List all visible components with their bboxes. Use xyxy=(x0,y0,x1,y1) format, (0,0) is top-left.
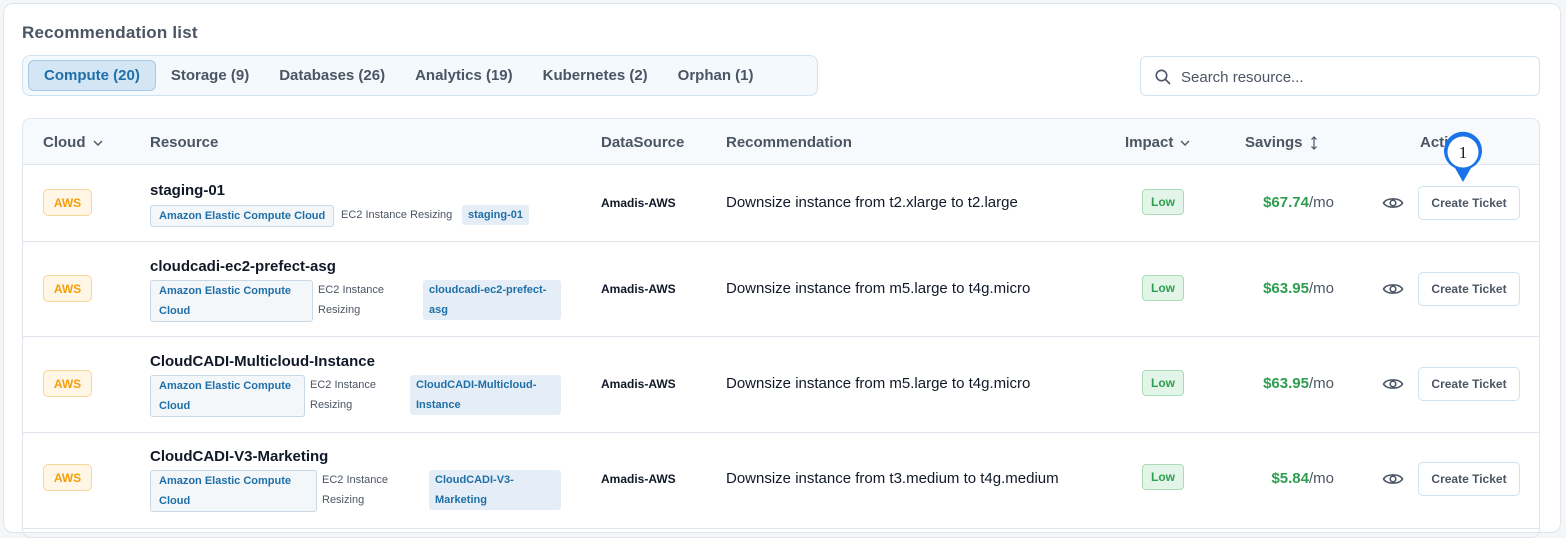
header-datasource: DataSource xyxy=(601,134,685,151)
header-impact-label: Impact xyxy=(1125,134,1174,151)
impact-badge: Low xyxy=(1142,464,1184,490)
resource-name: cloudcadi-ec2-prefect-asg xyxy=(150,258,336,275)
sort-icon xyxy=(1310,135,1317,150)
header-resource: Resource xyxy=(150,134,219,151)
tab-analytics[interactable]: Analytics (19) xyxy=(400,60,528,91)
type-tag: EC2 Instance Resizing xyxy=(318,284,385,316)
panel-title: Recommendation list xyxy=(22,23,198,42)
search-input[interactable] xyxy=(1181,65,1531,89)
savings-amount: $5.84 xyxy=(1271,470,1309,487)
search-box xyxy=(1140,56,1540,96)
callout-number: 1 xyxy=(1459,143,1468,162)
chevron-down-icon xyxy=(1180,140,1190,146)
savings-unit: /mo xyxy=(1308,375,1334,392)
recommendation-text: Downsize instance from t2.xlarge to t2.l… xyxy=(726,194,1018,211)
header-recommendation: Recommendation xyxy=(726,134,852,151)
chevron-down-icon xyxy=(93,140,102,146)
header-impact[interactable]: Impact xyxy=(1125,134,1190,151)
create-ticket-button[interactable]: Create Ticket xyxy=(1418,272,1520,306)
savings-unit: /mo xyxy=(1308,470,1334,487)
savings-unit: /mo xyxy=(1308,194,1334,211)
type-tag: EC2 Instance Resizing xyxy=(322,474,389,506)
header-savings-label: Savings xyxy=(1245,134,1303,151)
resource-name: CloudCADI-V3-Marketing xyxy=(150,448,329,465)
recommendation-text: Downsize instance from m5.large to t4g.m… xyxy=(726,280,1031,297)
table-row: AWS CloudCADI-Multicloud-Instance Amazon… xyxy=(23,337,1539,433)
resource-id-tag: CloudCADI-Multicloud-Instance xyxy=(410,375,561,415)
table-row: AWS cloudcadi-ec2-prefect-asg Amazon Ela… xyxy=(23,242,1539,337)
create-ticket-button[interactable]: Create Ticket xyxy=(1418,186,1520,220)
service-tag: Amazon Elastic Compute Cloud xyxy=(150,375,305,417)
search-icon xyxy=(1155,69,1171,85)
recommendation-panel: Recommendation list Compute (20) Storage… xyxy=(3,3,1561,538)
recommendation-text: Downsize instance from m5.large to t4g.m… xyxy=(726,375,1031,392)
eye-icon[interactable] xyxy=(1382,376,1404,392)
savings: $63.95/mo xyxy=(1263,280,1334,297)
tab-kubernetes[interactable]: Kubernetes (2) xyxy=(528,60,663,91)
savings-amount: $67.74 xyxy=(1263,194,1309,211)
tab-storage[interactable]: Storage (9) xyxy=(156,60,264,91)
savings-amount: $63.95 xyxy=(1263,280,1309,297)
resource-id-tag: staging-01 xyxy=(462,205,530,225)
savings-unit: /mo xyxy=(1308,280,1334,297)
tab-databases[interactable]: Databases (26) xyxy=(264,60,400,91)
type-tag: EC2 Instance Resizing xyxy=(310,379,377,411)
savings: $67.74/mo xyxy=(1263,194,1334,211)
tab-orphan[interactable]: Orphan (1) xyxy=(663,60,769,91)
resource-name: CloudCADI-Multicloud-Instance xyxy=(150,353,375,370)
create-ticket-button[interactable]: Create Ticket xyxy=(1418,367,1520,401)
header-cloud-label: Cloud xyxy=(43,134,86,151)
resource-id-tag: cloudcadi-ec2-prefect-asg xyxy=(423,280,561,320)
service-tag: Amazon Elastic Compute Cloud xyxy=(150,280,313,322)
header-savings[interactable]: Savings xyxy=(1245,134,1318,151)
savings-amount: $63.95 xyxy=(1263,375,1309,392)
eye-icon[interactable] xyxy=(1382,195,1404,211)
savings: $63.95/mo xyxy=(1263,375,1334,392)
cloud-badge: AWS xyxy=(43,464,92,491)
table-header: Cloud Resource DataSource Recommendation… xyxy=(23,119,1539,165)
impact-badge: Low xyxy=(1142,275,1184,301)
eye-icon[interactable] xyxy=(1382,281,1404,297)
service-tag: Amazon Elastic Compute Cloud xyxy=(150,205,335,227)
datasource: Amadis-AWS xyxy=(601,472,676,486)
savings: $5.84/mo xyxy=(1271,470,1334,487)
category-tabs: Compute (20) Storage (9) Databases (26) … xyxy=(22,55,818,96)
impact-badge: Low xyxy=(1142,189,1184,215)
resource-name: staging-01 xyxy=(150,182,226,199)
type-tag: EC2 Instance Resizing xyxy=(341,209,453,221)
header-cloud[interactable]: Cloud xyxy=(43,134,103,151)
cloud-badge: AWS xyxy=(43,189,92,216)
create-ticket-button[interactable]: Create Ticket xyxy=(1418,462,1520,496)
recommendation-text: Downsize instance from t3.medium to t4g.… xyxy=(726,470,1059,487)
impact-badge: Low xyxy=(1142,370,1184,396)
datasource: Amadis-AWS xyxy=(601,282,676,296)
table-row: AWS staging-01 Amazon Elastic Compute Cl… xyxy=(23,165,1539,242)
datasource: Amadis-AWS xyxy=(601,377,676,391)
cloud-badge: AWS xyxy=(43,370,92,397)
resource-id-tag: CloudCADI-V3-Marketing xyxy=(429,470,561,510)
cloud-badge: AWS xyxy=(43,275,92,302)
datasource: Amadis-AWS xyxy=(601,196,676,210)
step-callout-marker: 1 xyxy=(1444,131,1482,182)
tab-compute[interactable]: Compute (20) xyxy=(28,60,156,91)
service-tag: Amazon Elastic Compute Cloud xyxy=(150,470,317,512)
eye-icon[interactable] xyxy=(1382,471,1404,487)
recommendation-table: Cloud Resource DataSource Recommendation… xyxy=(22,118,1540,538)
